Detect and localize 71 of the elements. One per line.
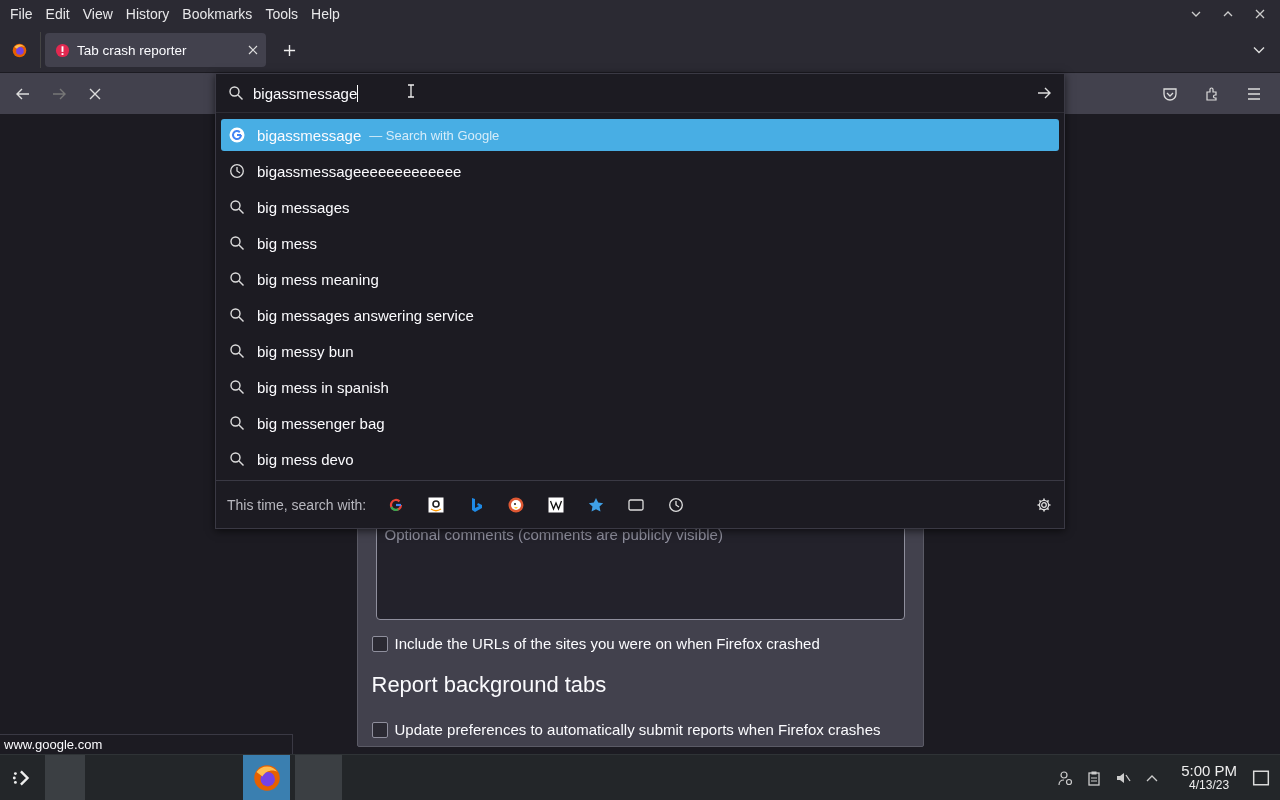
w-logo-icon[interactable] bbox=[548, 496, 565, 513]
go-arrow-icon[interactable] bbox=[1036, 85, 1052, 101]
clock[interactable]: 5:00 PM 4/13/23 bbox=[1181, 762, 1237, 793]
smile-logo-icon[interactable] bbox=[428, 496, 445, 513]
suggestion-text: big mess meaning bbox=[257, 270, 379, 288]
suggestion-item[interactable]: big messenger bag bbox=[221, 405, 1059, 441]
suggestion-action: — Search with Google bbox=[369, 127, 500, 143]
section-heading: Report background tabs bbox=[371, 672, 608, 698]
new-tab-icon[interactable] bbox=[283, 43, 296, 57]
search-icon bbox=[229, 343, 245, 359]
menu-icon[interactable] bbox=[1246, 85, 1262, 102]
search-icon bbox=[229, 379, 245, 395]
suggestion-item[interactable]: big messy bun bbox=[221, 333, 1059, 369]
clipboard-icon[interactable] bbox=[1086, 769, 1103, 786]
menu-item[interactable]: Edit bbox=[41, 6, 79, 22]
suggestion-text: big messy bun bbox=[257, 342, 354, 360]
firefox-icon bbox=[251, 762, 282, 793]
search-icon bbox=[229, 415, 245, 431]
close-icon[interactable] bbox=[1254, 8, 1266, 20]
status-url: www.google.com bbox=[0, 734, 293, 754]
search-icon bbox=[229, 271, 245, 287]
browser-tab[interactable]: Tab crash reporter bbox=[45, 33, 266, 67]
checkbox-label[interactable]: Update preferences to automatically submit reports when Firefox crashes bbox=[394, 721, 881, 738]
menu-item[interactable]: File bbox=[6, 6, 42, 22]
search-icon bbox=[229, 307, 245, 323]
search-with-label: This time, search with: bbox=[227, 496, 367, 513]
g-logo-icon[interactable] bbox=[388, 496, 405, 513]
suggestion-text: big messages bbox=[257, 198, 350, 216]
suggestion-text: bigassmessage bbox=[257, 126, 362, 144]
suggestion-text: big messages answering service bbox=[257, 306, 474, 324]
checkbox[interactable] bbox=[371, 635, 388, 652]
taskbar-app[interactable] bbox=[243, 755, 290, 800]
text-cursor bbox=[357, 84, 359, 102]
suggestion-text: big mess in spanish bbox=[257, 378, 389, 396]
suggestion-item[interactable]: big mess in spanish bbox=[221, 369, 1059, 405]
checkbox-label[interactable]: Include the URLs of the sites you were on when Firefox crashed bbox=[394, 635, 820, 652]
suggestion-text: big mess bbox=[257, 234, 318, 252]
suggestion-text: bigassmessageeeeeeeeeeeee bbox=[257, 162, 462, 180]
tab-icon[interactable] bbox=[628, 496, 645, 513]
menu-item[interactable]: History bbox=[121, 6, 179, 22]
suggestion-text: big mess devo bbox=[257, 450, 354, 468]
search-icon bbox=[229, 199, 245, 215]
user-icon[interactable] bbox=[1057, 769, 1074, 786]
clock-icon[interactable] bbox=[668, 496, 685, 513]
menu-item[interactable]: View bbox=[78, 6, 122, 22]
suggestion-item[interactable]: bigassmessageeeeeeeeeeeee bbox=[221, 153, 1059, 189]
star-icon[interactable] bbox=[588, 496, 605, 513]
search-icon bbox=[229, 235, 245, 251]
clock-icon bbox=[229, 163, 245, 179]
suggestion-item[interactable]: big mess devo bbox=[221, 441, 1059, 477]
duck-icon[interactable] bbox=[508, 496, 525, 513]
search-icon bbox=[228, 85, 244, 101]
pocket-icon[interactable] bbox=[1162, 85, 1178, 102]
menu-item[interactable]: Help bbox=[307, 6, 349, 22]
tab-title: Tab crash reporter bbox=[77, 42, 188, 58]
puzzle-icon[interactable] bbox=[1204, 85, 1220, 102]
checkbox[interactable] bbox=[371, 721, 388, 738]
search-icon bbox=[229, 451, 245, 467]
menu-item[interactable]: Bookmarks bbox=[178, 6, 262, 22]
suggestion-item[interactable]: big mess bbox=[221, 225, 1059, 261]
suggestion-item[interactable]: big mess meaning bbox=[221, 261, 1059, 297]
show-desktop-icon[interactable] bbox=[1252, 768, 1270, 787]
text-cursor-icon bbox=[407, 84, 415, 98]
close-tab-icon[interactable] bbox=[248, 45, 258, 55]
suggestion-text: big messenger bag bbox=[257, 414, 385, 432]
suggestion-item[interactable]: big messages bbox=[221, 189, 1059, 225]
g-logo-icon bbox=[229, 127, 245, 143]
settings-icon[interactable] bbox=[1036, 496, 1052, 513]
firefox-icon[interactable] bbox=[11, 41, 28, 59]
suggestion-item[interactable]: big messages answering service bbox=[221, 297, 1059, 333]
menu-item[interactable]: Tools bbox=[261, 6, 308, 22]
